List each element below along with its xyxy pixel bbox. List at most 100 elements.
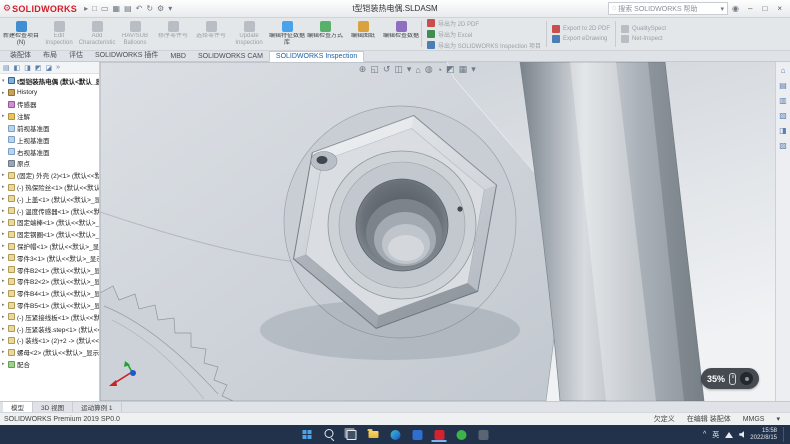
export-to-2d-pdf-button[interactable]: Export to 2D PDF bbox=[552, 25, 610, 33]
tree-item[interactable]: ▾ t型铠装热电偶 (默认<默认_显示状态-1>) bbox=[0, 75, 99, 87]
model-tab[interactable]: 模型 bbox=[3, 402, 33, 412]
motion-study-tab[interactable]: 运动算例 1 bbox=[73, 402, 121, 412]
section-dropdown-icon[interactable]: ▾ bbox=[407, 64, 412, 75]
tree-item[interactable]: ▸ 零件B4<1> (默认<<默认>_显示状态 1>) bbox=[0, 287, 99, 299]
show-desktop-button[interactable] bbox=[783, 427, 785, 442]
add-characteristic-button[interactable]: Add Characteristic bbox=[78, 19, 116, 49]
edit-inspection-method-button[interactable]: 编辑检查方式 bbox=[306, 19, 344, 49]
file-explorer-icon[interactable] bbox=[366, 427, 381, 442]
panel-overflow-icon[interactable]: » bbox=[56, 64, 60, 71]
input-language-indicator[interactable]: 英 bbox=[712, 430, 719, 440]
propertymanager-tab[interactable]: ◧ bbox=[14, 64, 21, 72]
solidworks-taskbar-icon[interactable] bbox=[432, 427, 447, 442]
tree-item[interactable]: ▸ (-) 热保险丝<1> (默认<<默认>_显示状态 1>) bbox=[0, 181, 99, 193]
tree-item[interactable]: ▸ 螺母<2> (默认<<默认>_显示状态 1>) bbox=[0, 346, 99, 358]
tray-expand-icon[interactable]: ^ bbox=[703, 431, 706, 438]
3d-views-tab[interactable]: 3D 视图 bbox=[33, 402, 73, 412]
tree-item[interactable]: ▸ 零件B2<1> (默认<<默认>_显示状态 1>) bbox=[0, 264, 99, 276]
qualityspect-button[interactable]: QualitySpect bbox=[621, 25, 666, 33]
dimxpert-tab[interactable]: ◩ bbox=[35, 64, 42, 72]
tab-inspection[interactable]: SOLIDWORKS Inspection bbox=[269, 51, 364, 62]
tree-item[interactable]: ▸ 固定钢圈<1> (默认<<默认>_显示状态 1>) bbox=[0, 228, 99, 240]
net-inspect-button[interactable]: Net-Inspect bbox=[621, 35, 666, 43]
menu-expand-icon[interactable]: ▸ bbox=[84, 4, 88, 13]
user-account-icon[interactable]: ◉ bbox=[732, 4, 739, 13]
tree-item[interactable]: ▸ 固定端棒<1> (默认<<默认>_显示状态 1>) bbox=[0, 217, 99, 229]
close-button[interactable]: × bbox=[772, 4, 787, 13]
tree-item[interactable]: 右视基准面 bbox=[0, 146, 99, 158]
display-style-icon[interactable]: ◍ bbox=[425, 64, 433, 75]
configurationmanager-tab[interactable]: ◨ bbox=[24, 64, 31, 72]
zoom-fit-icon[interactable]: ⊕ bbox=[359, 64, 367, 75]
tab-cam[interactable]: SOLIDWORKS CAM bbox=[192, 52, 269, 61]
messenger-icon[interactable] bbox=[454, 427, 469, 442]
3d-model[interactable] bbox=[100, 62, 775, 401]
tab-assembly[interactable]: 装配体 bbox=[4, 49, 37, 61]
tab-layout[interactable]: 布局 bbox=[37, 49, 63, 61]
print-icon[interactable]: ▤ bbox=[124, 4, 132, 13]
task-view-button[interactable] bbox=[344, 427, 359, 442]
edit-inspection-data-button[interactable]: 编辑检查数据 bbox=[382, 19, 420, 49]
export-excel-button[interactable]: 导出为 Excel bbox=[427, 30, 541, 39]
taskbar-clock[interactable]: 15:58 2022/8/15 bbox=[750, 428, 777, 442]
options-icon[interactable]: ⚙ bbox=[157, 4, 164, 13]
displaymanager-tab[interactable]: ◪ bbox=[46, 64, 53, 72]
tree-item[interactable]: ▸ History bbox=[0, 87, 99, 99]
undo-icon[interactable]: ↶ bbox=[136, 4, 143, 13]
tree-item[interactable]: ▸ (-) 压紧装线.step<1> (默认<<默认>_显示状态 1>) bbox=[0, 323, 99, 335]
search-button[interactable] bbox=[322, 427, 337, 442]
tree-item[interactable]: 前视基准面 bbox=[0, 122, 99, 134]
previous-view-icon[interactable]: ↺ bbox=[383, 64, 391, 75]
apply-scene-icon[interactable]: ▦ bbox=[459, 64, 468, 75]
maximize-button[interactable]: □ bbox=[757, 4, 772, 13]
tree-item[interactable]: ▸ 零件B2<2> (默认<<默认>_显示状态 1>) bbox=[0, 276, 99, 288]
tab-mbd[interactable]: MBD bbox=[164, 52, 192, 61]
view-settings-icon[interactable]: ▾ bbox=[471, 64, 476, 75]
task-pane-design-library-icon[interactable]: ▤ bbox=[779, 81, 787, 90]
tree-item[interactable]: ▸ (固定) 外壳 (2)<1> (默认<<默认>_显示状态 1>) bbox=[0, 169, 99, 181]
hide-show-items-icon[interactable]: ◔ bbox=[437, 65, 442, 75]
sort-balloon-button[interactable]: 移序零件号 bbox=[154, 19, 192, 49]
graphics-viewport[interactable]: ⊕◱↺◫▾⌂◍◔◩▦▾ 35% bbox=[100, 62, 775, 401]
featuremanager-tab[interactable]: ▤ bbox=[3, 64, 10, 72]
tree-item[interactable]: 原点 bbox=[0, 158, 99, 170]
tree-item[interactable]: ▸ 注解 bbox=[0, 110, 99, 122]
save-icon[interactable]: ▦ bbox=[113, 4, 121, 13]
rebuild-icon[interactable]: ↻ bbox=[146, 4, 153, 13]
app-icon[interactable] bbox=[476, 427, 491, 442]
tree-item[interactable]: ▸ (-) 上盖<1> (默认<<默认>_显示状态 1>) bbox=[0, 193, 99, 205]
search-dropdown-icon[interactable]: ▾ bbox=[721, 5, 725, 13]
edit-appearance-icon[interactable]: ◩ bbox=[446, 64, 455, 75]
view-orientation-icon[interactable]: ⌂ bbox=[415, 65, 420, 75]
volume-icon[interactable] bbox=[739, 431, 744, 438]
task-pane-file-explorer-icon[interactable]: ▥ bbox=[779, 96, 787, 105]
edit-feature-database-button[interactable]: 编辑特征数据库 bbox=[268, 19, 306, 49]
tree-item[interactable]: ▸ (-) 压紧接线板<1> (默认<<默认>_显示状态 1>) bbox=[0, 311, 99, 323]
tree-item[interactable]: ▸ 零件3<1> (默认<<默认>_显示状态 1>) bbox=[0, 252, 99, 264]
tab-addins[interactable]: SOLIDWORKS 插件 bbox=[89, 49, 164, 61]
auto-balloon-button[interactable]: HAV/SUB Balloons bbox=[116, 19, 154, 49]
edge-icon[interactable] bbox=[388, 427, 403, 442]
tree-item[interactable]: ▸ 配合 bbox=[0, 358, 99, 370]
task-pane-view-palette-icon[interactable]: ▧ bbox=[779, 111, 787, 120]
update-inspection-button[interactable]: Update Inspection bbox=[230, 19, 268, 49]
export-edrawing-button[interactable]: Export eDrawing bbox=[552, 35, 610, 43]
export-2d-pdf-button[interactable]: 导出为 2D PDF bbox=[427, 19, 541, 28]
tree-item[interactable]: 上视基准面 bbox=[0, 134, 99, 146]
tree-item[interactable]: ▸ (-) 装线<1> (2)+2 -> (默认<<默认>_显示状态 1>) bbox=[0, 335, 99, 347]
tree-item[interactable]: ▸ (-) 温度传感器<1> (默认<<默认>_显示状态 1>) bbox=[0, 205, 99, 217]
minimize-button[interactable]: – bbox=[743, 4, 757, 13]
tab-evaluate[interactable]: 评估 bbox=[63, 49, 89, 61]
toolbar-dropdown-icon[interactable]: ▾ bbox=[168, 4, 172, 13]
export-inspection-project-button[interactable]: 导出为 SOLIDWORKS Inspection 项目 bbox=[427, 41, 541, 50]
tree-item[interactable]: 传感器 bbox=[0, 99, 99, 111]
tree-item[interactable]: ▸ 零件B5<1> (默认<<默认>_显示状态 1>) bbox=[0, 299, 99, 311]
select-balloon-button[interactable]: 选择零件号 bbox=[192, 19, 230, 49]
browser-icon[interactable] bbox=[410, 427, 425, 442]
edit-inspection-project-button[interactable]: Edit Inspection bbox=[40, 19, 78, 49]
tree-item[interactable]: ▸ 保护帽<1> (默认<<默认>_显示状态 1>) bbox=[0, 240, 99, 252]
task-pane-appearances-icon[interactable]: ◨ bbox=[779, 126, 787, 135]
edit-drawing-button[interactable]: 编辑图纸 bbox=[344, 19, 382, 49]
new-document-icon[interactable]: □ bbox=[92, 4, 97, 13]
network-icon[interactable] bbox=[725, 432, 733, 438]
